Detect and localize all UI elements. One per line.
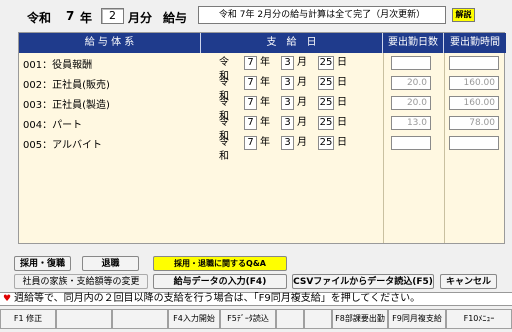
page-title: 給与	[163, 11, 188, 25]
required-days-input[interactable]	[391, 136, 431, 150]
month-unit-text: 月	[297, 137, 307, 148]
payday-day-input[interactable]: 25	[318, 96, 334, 110]
month-unit-text: 月	[297, 97, 307, 108]
required-days-input[interactable]: 13.0	[391, 116, 431, 130]
pay-schedule-grid: 給 与 体 系 支 給 日 要出勤日数 要出勤時間 001：役員報酬 令和 7 …	[18, 32, 506, 244]
status-display: 令和 7年 2月分の給与計算は全て完了（月次更新）	[198, 6, 446, 24]
payday-year-input[interactable]: 7	[244, 96, 257, 110]
row-label: 003：正社員(製造)	[23, 100, 110, 111]
f6-key[interactable]	[276, 309, 304, 329]
column-divider	[444, 53, 445, 243]
hire-reinstate-button[interactable]: 採用・復職	[14, 256, 71, 271]
month-unit-text: 月	[297, 117, 307, 128]
payday-year-input[interactable]: 7	[244, 116, 257, 130]
cancel-button[interactable]: キャンセル	[440, 274, 497, 289]
payday-year-input[interactable]: 7	[244, 56, 257, 70]
day-unit-text: 日	[337, 77, 347, 88]
required-hours-input[interactable]: 78.00	[449, 116, 499, 130]
payday-year-input[interactable]: 7	[244, 76, 257, 90]
payday-day-input[interactable]: 25	[318, 56, 334, 70]
function-key-bar: F1 修正 F4入力開始 F5ﾃﾞｰﾀ読込 F8部課要出勤 F9同月複支給 F1…	[0, 307, 512, 332]
f10-menu-key[interactable]: F10ﾒﾆｭｰ	[446, 309, 512, 329]
f8-dept-required-attendance-key[interactable]: F8部課要出勤	[332, 309, 388, 329]
month-unit-text: 月	[297, 77, 307, 88]
header-bar: 令和 7 年 2 月分 給与 令和 7年 2月分の給与計算は全て完了（月次更新）…	[0, 0, 512, 30]
heart-icon: ♥	[3, 294, 12, 304]
f9-same-month-multiple-pay-key[interactable]: F9同月複支給	[388, 309, 446, 329]
payday-month-input[interactable]: 3	[281, 116, 294, 130]
column-header-required-hours: 要出勤時間	[444, 33, 506, 53]
required-hours-input[interactable]: 160.00	[449, 96, 499, 110]
required-hours-input[interactable]: 160.00	[449, 76, 499, 90]
year-unit-text: 年	[260, 117, 270, 128]
year-unit-text: 年	[260, 137, 270, 148]
year-value: 7	[66, 9, 75, 23]
payday-month-input[interactable]: 3	[281, 56, 294, 70]
year-unit-text: 年	[260, 57, 270, 68]
era-text: 令和	[219, 137, 229, 162]
required-days-input[interactable]: 20.0	[391, 76, 431, 90]
required-days-input[interactable]	[391, 56, 431, 70]
csv-import-button[interactable]: CSVファイルからデータ読込(F5)	[292, 274, 434, 289]
payday-day-input[interactable]: 25	[318, 76, 334, 90]
month-input[interactable]: 2	[101, 8, 124, 24]
hiring-resignation-qa-button[interactable]: 採用・退職に関するQ&A	[153, 256, 287, 271]
required-hours-input[interactable]	[449, 56, 499, 70]
hint-message-bar: ♥ 週給等で、同月内の２回目以降の支給を行う場合は、「F9同月複支給」を押してく…	[0, 292, 512, 306]
f3-key[interactable]	[112, 309, 168, 329]
year-unit-text: 年	[260, 97, 270, 108]
payday-month-input[interactable]: 3	[281, 96, 294, 110]
family-payment-change-button[interactable]: 社員の家族・支給額等の変更	[14, 274, 148, 289]
row-label: 004：パート	[23, 120, 83, 131]
f4-start-input-key[interactable]: F4入力開始	[168, 309, 220, 329]
payday-day-input[interactable]: 25	[318, 116, 334, 130]
f2-key[interactable]	[56, 309, 112, 329]
salary-data-input-button[interactable]: 給与データの入力(F4)	[153, 274, 287, 289]
required-days-input[interactable]: 20.0	[391, 96, 431, 110]
year-unit: 年	[80, 11, 93, 25]
f1-fix-key[interactable]: F1 修正	[0, 309, 56, 329]
f5-load-data-key[interactable]: F5ﾃﾞｰﾀ読込	[220, 309, 276, 329]
year-unit-text: 年	[260, 77, 270, 88]
f7-key[interactable]	[304, 309, 332, 329]
required-hours-input[interactable]	[449, 136, 499, 150]
payday-month-input[interactable]: 3	[281, 76, 294, 90]
day-unit-text: 日	[337, 137, 347, 148]
era-label: 令和	[27, 11, 52, 25]
payday-day-input[interactable]: 25	[318, 136, 334, 150]
payday-month-input[interactable]: 3	[281, 136, 294, 150]
help-button[interactable]: 解説	[452, 8, 475, 22]
row-label: 002：正社員(販売)	[23, 80, 110, 91]
month-unit: 月分	[128, 11, 153, 25]
day-unit-text: 日	[337, 97, 347, 108]
day-unit-text: 日	[337, 117, 347, 128]
row-label: 001：役員報酬	[23, 60, 93, 71]
hint-message-text: 週給等で、同月内の２回目以降の支給を行う場合は、「F9同月複支給」を押してくださ…	[14, 293, 421, 304]
column-divider	[383, 53, 384, 243]
payday-year-input[interactable]: 7	[244, 136, 257, 150]
month-unit-text: 月	[297, 57, 307, 68]
resignation-button[interactable]: 退職	[82, 256, 139, 271]
column-header-employee-type: 給 与 体 系	[19, 33, 201, 53]
row-label: 005：アルバイト	[23, 140, 102, 151]
column-header-required-days: 要出勤日数	[383, 33, 444, 53]
column-header-payday: 支 給 日	[201, 33, 383, 53]
day-unit-text: 日	[337, 57, 347, 68]
